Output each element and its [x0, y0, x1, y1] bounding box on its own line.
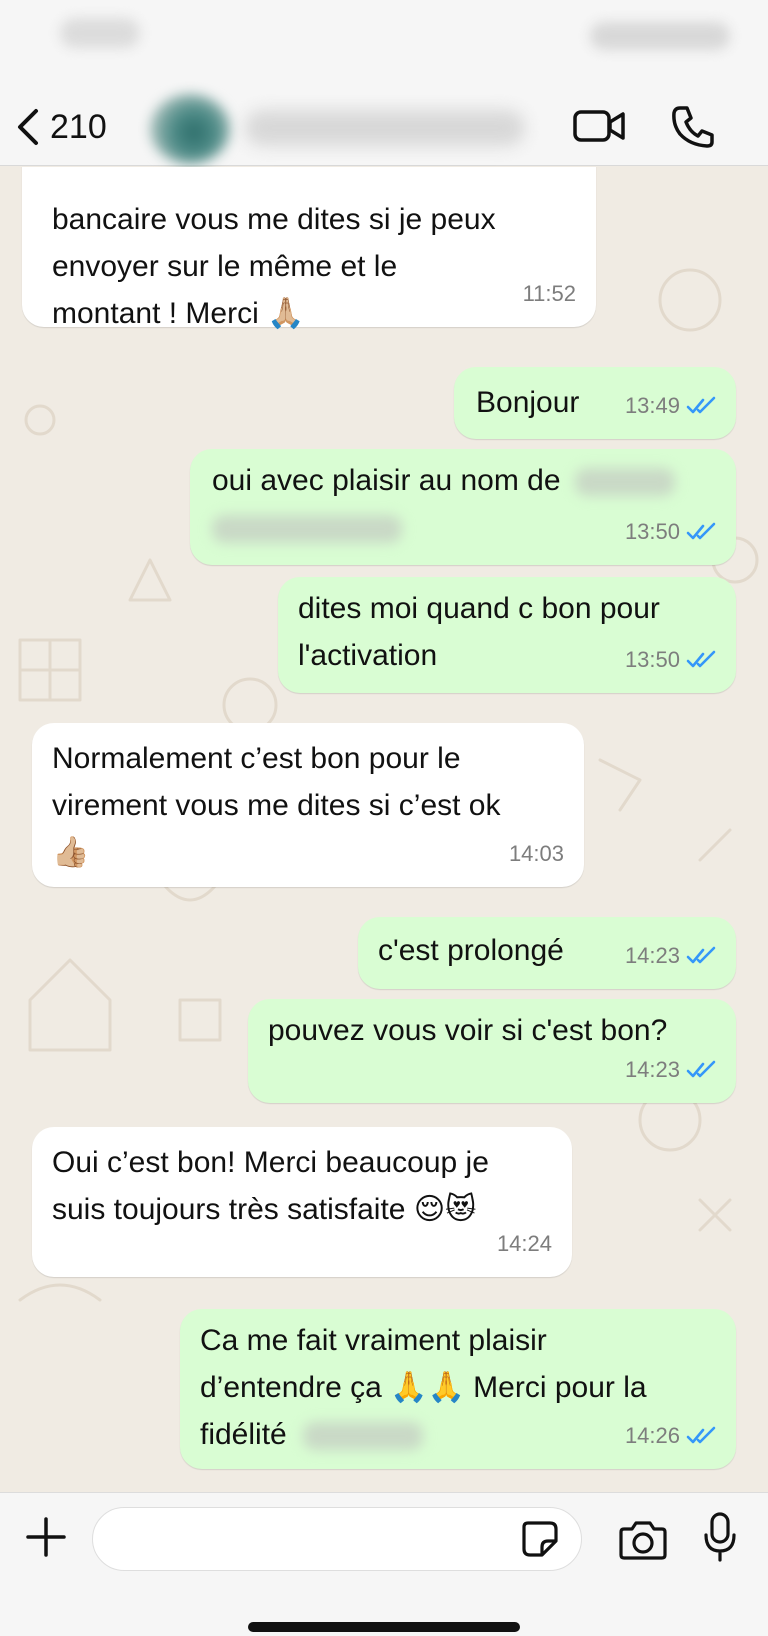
message-line: Oui c’est bon! Merci beaucoup je	[52, 1146, 489, 1179]
message-line: bancaire vous me dites si je peux	[52, 203, 496, 236]
status-indicators-redacted	[590, 22, 730, 50]
message-time: 13:49	[624, 393, 680, 418]
message-line: d’entendre ça 🙏🙏 Merci pour la	[200, 1371, 647, 1404]
message-line: dites moi quand c bon pour	[298, 592, 660, 625]
read-receipt-icon	[686, 1060, 716, 1077]
message-bubble-incoming[interactable]: Normalement c’est bon pour le virement v…	[32, 723, 584, 887]
sticker-icon[interactable]	[520, 1519, 560, 1559]
contact-avatar[interactable]	[150, 94, 230, 164]
message-input[interactable]	[92, 1507, 582, 1571]
message-line: Normalement c’est bon pour le	[52, 742, 461, 775]
contact-name-redacted[interactable]	[245, 110, 525, 146]
message-line: oui avec plaisir au nom de	[212, 464, 561, 497]
read-receipt-icon	[686, 522, 716, 539]
message-line: suis toujours très satisfaite 😌😻	[52, 1193, 477, 1226]
message-line: Ca me fait vraiment plaisir	[200, 1324, 547, 1357]
read-receipt-icon	[686, 946, 716, 963]
plus-icon[interactable]	[24, 1515, 68, 1559]
redacted-name	[303, 1422, 424, 1451]
message-time: 14:26	[624, 1423, 680, 1448]
message-time: 14:24	[496, 1231, 552, 1256]
message-line: pouvez vous voir si c'est bon?	[268, 1014, 668, 1047]
redacted-name	[574, 468, 675, 497]
message-bubble-outgoing[interactable]: pouvez vous voir si c'est bon? 14:23	[248, 999, 736, 1103]
message-line: montant ! Merci 🙏🏼	[52, 297, 305, 330]
message-bubble-outgoing[interactable]: Ca me fait vraiment plaisir d’entendre ç…	[180, 1309, 736, 1469]
chat-header: 210	[0, 90, 768, 166]
redacted-name	[212, 515, 402, 544]
message-time: 11:52	[522, 281, 576, 306]
message-line: fidélité	[200, 1418, 287, 1451]
message-line: virement vous me dites si c’est ok	[52, 789, 501, 822]
microphone-icon[interactable]	[702, 1511, 738, 1563]
read-receipt-icon	[686, 650, 716, 667]
camera-icon[interactable]	[618, 1517, 668, 1561]
message-composer	[0, 1492, 768, 1636]
chevron-left-icon	[18, 109, 38, 145]
message-time: 13:50	[624, 647, 680, 672]
message-bubble-outgoing[interactable]: Bonjour 13:49	[454, 367, 736, 439]
message-time: 14:23	[624, 943, 680, 968]
message-line: 👍🏼	[52, 835, 90, 870]
video-call-icon[interactable]	[572, 104, 626, 148]
unread-count: 210	[50, 107, 107, 146]
message-bubble-outgoing[interactable]: oui avec plaisir au nom de 13:50	[190, 449, 736, 565]
message-line: Bonjour	[476, 386, 580, 419]
read-receipt-icon	[686, 1426, 716, 1443]
voice-call-icon[interactable]	[670, 104, 716, 150]
message-list[interactable]: bancaire vous me dites si je peux envoye…	[0, 167, 768, 1492]
message-time: 14:03	[508, 841, 564, 866]
message-time: 13:50	[624, 519, 680, 544]
message-bubble-outgoing[interactable]: c'est prolongé 14:23	[358, 917, 736, 989]
home-indicator	[248, 1622, 520, 1632]
status-bar	[0, 0, 768, 90]
message-bubble-outgoing[interactable]: dites moi quand c bon pour l'activation …	[278, 577, 736, 693]
read-receipt-icon	[686, 396, 716, 413]
message-bubble-incoming[interactable]: Oui c’est bon! Merci beaucoup je suis to…	[32, 1127, 572, 1277]
message-bubble-incoming[interactable]: bancaire vous me dites si je peux envoye…	[22, 167, 596, 330]
status-time-redacted	[60, 18, 140, 48]
back-button[interactable]: 210	[14, 102, 107, 152]
message-time: 14:23	[624, 1057, 680, 1082]
message-line: envoyer sur le même et le	[52, 250, 398, 283]
message-line: c'est prolongé	[378, 934, 564, 967]
